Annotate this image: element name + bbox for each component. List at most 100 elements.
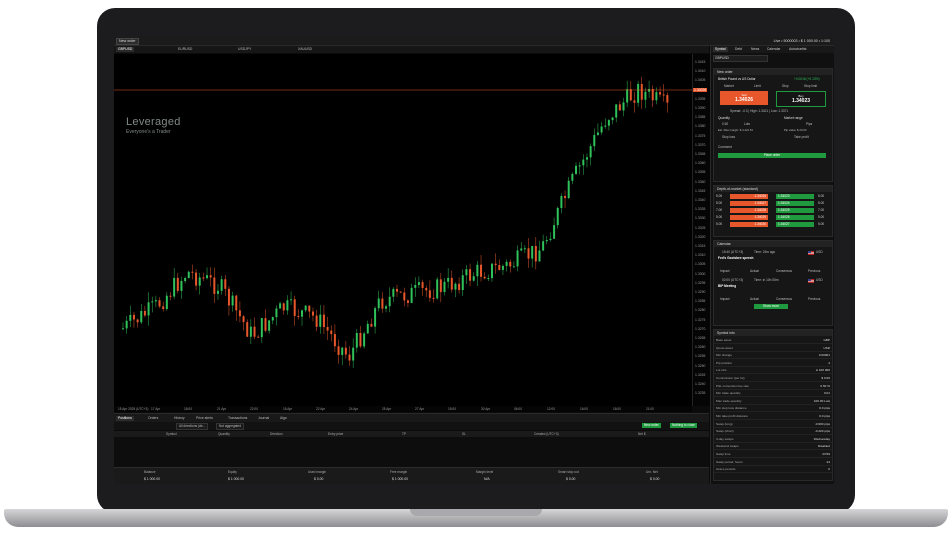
show-more-button[interactable]: Show more bbox=[754, 304, 788, 309]
tab-gbpusd[interactable]: GBPUSD bbox=[116, 47, 135, 52]
candle-body bbox=[480, 264, 483, 277]
dom-bid-price: 1.34028 bbox=[754, 208, 766, 212]
rp-tab-calendar[interactable]: Calendar bbox=[765, 47, 782, 52]
symbol-info-row: Swap period, hours 24 bbox=[714, 460, 832, 466]
price-axis-tick: 1.3245 bbox=[695, 372, 706, 377]
candle-body bbox=[392, 288, 395, 297]
directions-filter[interactable]: All directions (de... bbox=[176, 423, 209, 430]
order-type-stop-limit[interactable]: Stop limit bbox=[804, 84, 817, 88]
tab-price-alerts[interactable]: Price alerts bbox=[194, 416, 215, 421]
price-chart[interactable]: Leveraged Everyone's a Trader bbox=[114, 54, 692, 406]
tab-usdjpy[interactable]: USDJPY bbox=[236, 47, 253, 52]
rp-tab-debt[interactable]: Debt bbox=[733, 47, 744, 52]
candle-body bbox=[293, 299, 296, 316]
candle-body bbox=[443, 281, 446, 293]
take-profit-toggle[interactable]: Take profit bbox=[794, 135, 809, 139]
symbol-info-row: Swap time 23:59 bbox=[714, 452, 832, 458]
candle-body bbox=[315, 315, 318, 327]
dom-header[interactable]: Depth-of-market (standard) bbox=[714, 186, 832, 192]
used-margin-label: Used margin bbox=[308, 470, 327, 474]
event-name[interactable]: Fed's Goolsbee speech bbox=[718, 256, 753, 260]
dom-ask-bar[interactable]: 1.34026 bbox=[776, 215, 814, 220]
symbol-info-header[interactable]: Symbol info bbox=[714, 330, 832, 336]
rp-tab-symbol[interactable]: Symbol bbox=[713, 47, 728, 52]
price-axis-tick: 1.3270 bbox=[695, 326, 706, 331]
account-info[interactable]: Live • 5000003 • $ 1 000.00 • 1:100 bbox=[774, 38, 830, 44]
symbol-info-value: £ 100 000 bbox=[816, 368, 830, 373]
dom-ask-bar[interactable]: 1.34025 bbox=[776, 208, 814, 213]
buy-button[interactable]: Buy 1.34023 bbox=[776, 91, 826, 107]
positions-filters: All directions (de... Not aggregated New… bbox=[114, 422, 709, 430]
time-axis-tick: 06:00 bbox=[514, 407, 522, 411]
candle-body bbox=[432, 297, 435, 299]
candle-body bbox=[564, 195, 567, 199]
symbol-select[interactable]: GBPUSD bbox=[713, 55, 768, 62]
tab-orders[interactable]: Orders bbox=[146, 416, 160, 421]
candle-body bbox=[655, 92, 658, 101]
candle-body bbox=[249, 326, 252, 337]
market-range-label: Market range bbox=[784, 116, 803, 120]
nothing-to-close-button[interactable]: Nothing to close bbox=[670, 423, 697, 428]
tab-algo[interactable]: Algo bbox=[278, 416, 289, 421]
candle-body bbox=[330, 330, 333, 335]
candle-body bbox=[264, 318, 267, 331]
dom-ask-bar[interactable]: 1.34024 bbox=[776, 201, 814, 206]
symbol-info-value: USD bbox=[823, 345, 830, 350]
symbol-info-row: Min stop loss distance 0.0 pips bbox=[714, 406, 832, 413]
dom-bid-bar[interactable]: 1.34027 bbox=[730, 201, 768, 206]
dom-bid-bar[interactable]: 1.34029 bbox=[730, 215, 768, 220]
candle-body bbox=[209, 275, 212, 278]
time-axis-tick: 21:00 bbox=[646, 407, 654, 411]
symbol-info-row: 3-day swaps Wednesday bbox=[714, 437, 832, 443]
order-type-market[interactable]: Market bbox=[724, 84, 734, 88]
dom-bid-price: 1.34026 bbox=[754, 194, 766, 198]
symbol-info-key: Commission (per lot) bbox=[716, 376, 745, 380]
dom-bid-bar[interactable]: 1.34030 bbox=[730, 222, 768, 227]
sell-button[interactable]: Sell 1.34026 bbox=[720, 91, 768, 105]
price-axis-tick: 1.3250 bbox=[695, 363, 706, 368]
new-order-header[interactable]: New order bbox=[714, 69, 832, 75]
price-axis-tick: 1.3290 bbox=[695, 290, 706, 294]
rp-tab-autochartist[interactable]: Autochartist bbox=[787, 47, 808, 52]
comment-field[interactable]: Comment bbox=[718, 145, 732, 149]
order-type-stop[interactable]: Stop bbox=[782, 84, 789, 88]
candle-body bbox=[176, 277, 179, 291]
used-margin-value: $ 0.00 bbox=[314, 477, 324, 481]
candle-body bbox=[633, 100, 636, 103]
tab-xauusd[interactable]: XAUUSD bbox=[296, 47, 314, 52]
dom-ask-bar[interactable]: 1.34023 bbox=[776, 194, 814, 199]
rp-tab-news[interactable]: News bbox=[749, 47, 761, 52]
quantity-input[interactable]: 0.50 bbox=[722, 122, 728, 126]
tab-transactions[interactable]: Transactions bbox=[226, 416, 249, 421]
dom-bid-bar[interactable]: 1.34026 bbox=[730, 194, 768, 199]
candle-body bbox=[417, 282, 420, 286]
aggregation-filter[interactable]: Not aggregated bbox=[216, 423, 244, 430]
candle-body bbox=[596, 132, 599, 135]
place-order-button[interactable]: Place order bbox=[718, 153, 826, 158]
candle-body bbox=[534, 245, 537, 262]
symbol-info-key: P&L conversion fee rate bbox=[716, 383, 749, 388]
event-when: Time: in 10h 55m bbox=[754, 278, 779, 282]
candle-body bbox=[231, 295, 234, 306]
symbol-info-value: 0.50 % bbox=[820, 383, 830, 388]
candle-body bbox=[290, 299, 293, 301]
tab-positions[interactable]: Positions bbox=[116, 416, 134, 421]
candle-body bbox=[147, 302, 150, 316]
tab-eurusd[interactable]: EURUSD bbox=[176, 47, 194, 52]
new-order-small-button[interactable]: New order bbox=[642, 423, 661, 428]
candle-body bbox=[622, 102, 625, 111]
dom-ask-bar[interactable]: 1.34027 bbox=[776, 222, 814, 227]
order-type-limit[interactable]: Limit bbox=[754, 84, 761, 88]
candle-body bbox=[279, 303, 282, 309]
symbol-info-key: Min change bbox=[716, 353, 732, 358]
calendar-header[interactable]: Calendar bbox=[714, 241, 832, 247]
time-axis-tick: 18 Apr bbox=[283, 407, 293, 411]
event-name[interactable]: BIP Meeting bbox=[718, 284, 736, 288]
new-order-button[interactable]: New order bbox=[116, 38, 139, 45]
unr-net-label: Unr. Net bbox=[646, 470, 658, 474]
dom-bid-bar[interactable]: 1.34028 bbox=[730, 208, 768, 213]
tab-journal[interactable]: Journal bbox=[256, 416, 271, 421]
tab-history[interactable]: History bbox=[172, 416, 187, 421]
stop-loss-toggle[interactable]: Stop loss bbox=[722, 135, 735, 139]
candle-body bbox=[651, 88, 654, 101]
